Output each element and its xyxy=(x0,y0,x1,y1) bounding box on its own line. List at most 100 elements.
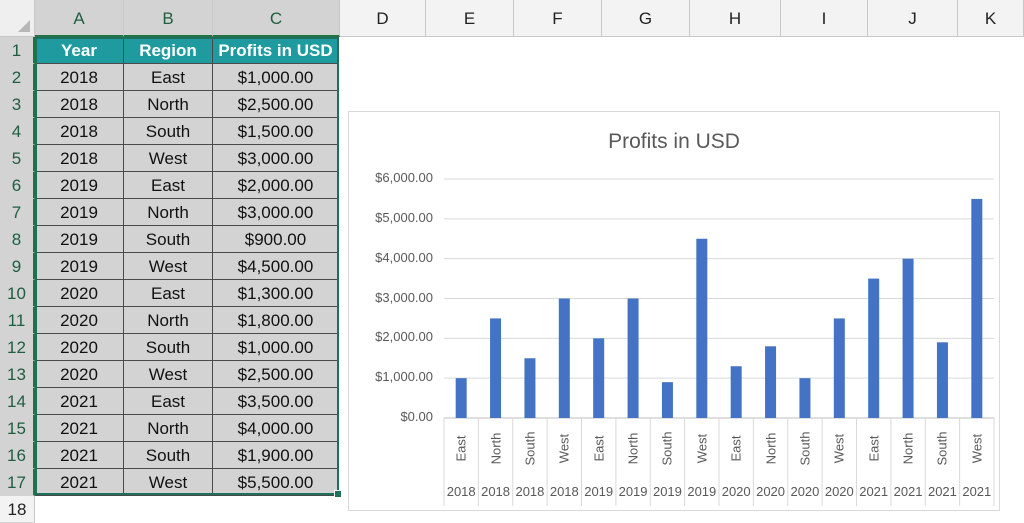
row-header-5[interactable]: 5 xyxy=(0,145,35,172)
table-cell[interactable]: 2020 xyxy=(35,361,124,388)
column-header-i[interactable]: I xyxy=(781,0,868,37)
table-cell[interactable]: $4,500.00 xyxy=(213,253,339,280)
table-cell[interactable]: 2018 xyxy=(35,145,124,172)
table-cell[interactable]: 2019 xyxy=(35,253,124,280)
row-header-8[interactable]: 8 xyxy=(0,226,35,253)
column-header-e[interactable]: E xyxy=(426,0,514,37)
table-cell[interactable]: South xyxy=(124,442,213,469)
table-cell[interactable]: 2021 xyxy=(35,388,124,415)
table-cell[interactable]: North xyxy=(124,91,213,118)
table-cell[interactable]: $1,300.00 xyxy=(213,280,339,307)
row-header-7[interactable]: 7 xyxy=(0,199,35,226)
table-cell[interactable]: $5,500.00 xyxy=(213,469,339,496)
column-header-k[interactable]: K xyxy=(958,0,1024,37)
table-cell[interactable]: $4,000.00 xyxy=(213,415,339,442)
column-header-g[interactable]: G xyxy=(602,0,690,37)
table-cell[interactable]: 2020 xyxy=(35,280,124,307)
table-cell[interactable]: South xyxy=(124,118,213,145)
row-header-15[interactable]: 15 xyxy=(0,415,35,442)
table-cell[interactable]: East xyxy=(124,388,213,415)
bar[interactable] xyxy=(902,258,914,418)
bar[interactable] xyxy=(765,346,777,418)
table-header-cell[interactable]: Region xyxy=(124,37,213,64)
row-header-6[interactable]: 6 xyxy=(0,172,35,199)
table-cell[interactable]: 2019 xyxy=(35,172,124,199)
table-cell[interactable]: 2020 xyxy=(35,307,124,334)
table-cell[interactable]: $2,500.00 xyxy=(213,361,339,388)
bar[interactable] xyxy=(936,342,948,418)
table-cell[interactable]: $2,500.00 xyxy=(213,91,339,118)
table-cell[interactable]: 2018 xyxy=(35,118,124,145)
table-cell[interactable]: South xyxy=(124,334,213,361)
table-cell[interactable]: $2,000.00 xyxy=(213,172,339,199)
column-header-a[interactable]: A xyxy=(35,0,124,37)
bar[interactable] xyxy=(455,378,467,418)
bar[interactable] xyxy=(833,318,845,418)
table-cell[interactable]: 2018 xyxy=(35,91,124,118)
row-header-18[interactable]: 18 xyxy=(0,496,35,523)
table-cell[interactable]: West xyxy=(124,469,213,496)
table-cell[interactable]: West xyxy=(124,145,213,172)
table-cell[interactable]: West xyxy=(124,253,213,280)
row-header-14[interactable]: 14 xyxy=(0,388,35,415)
table-header-cell[interactable]: Profits in USD xyxy=(213,37,339,64)
table-cell[interactable]: $900.00 xyxy=(213,226,339,253)
table-cell[interactable]: East xyxy=(124,64,213,91)
table-cell[interactable]: $1,800.00 xyxy=(213,307,339,334)
table-cell[interactable]: West xyxy=(124,361,213,388)
table-header-cell[interactable]: Year xyxy=(35,37,124,64)
bar[interactable] xyxy=(696,238,708,418)
table-cell[interactable]: 2019 xyxy=(35,226,124,253)
bar[interactable] xyxy=(971,198,983,418)
table-cell[interactable]: $1,000.00 xyxy=(213,334,339,361)
table-cell[interactable]: 2020 xyxy=(35,334,124,361)
table-cell[interactable]: 2021 xyxy=(35,442,124,469)
row-header-13[interactable]: 13 xyxy=(0,361,35,388)
row-header-9[interactable]: 9 xyxy=(0,253,35,280)
fill-handle[interactable] xyxy=(334,490,342,498)
row-header-16[interactable]: 16 xyxy=(0,442,35,469)
bar[interactable] xyxy=(730,366,742,418)
row-header-17[interactable]: 17 xyxy=(0,469,35,496)
row-header-12[interactable]: 12 xyxy=(0,334,35,361)
bar[interactable] xyxy=(627,298,639,419)
column-header-b[interactable]: B xyxy=(124,0,213,37)
bar[interactable] xyxy=(558,298,570,419)
table-cell[interactable]: East xyxy=(124,172,213,199)
table-cell[interactable]: East xyxy=(124,280,213,307)
table-cell[interactable]: 2021 xyxy=(35,415,124,442)
chart[interactable]: Profits in USD $0.00 $1,000.00 $2,000.00 $3… xyxy=(348,111,1000,511)
table-cell[interactable]: 2021 xyxy=(35,469,124,496)
column-header-c[interactable]: C xyxy=(213,0,340,37)
x-category-label: West xyxy=(969,433,985,464)
table-cell[interactable]: $1,500.00 xyxy=(213,118,339,145)
row-header-10[interactable]: 10 xyxy=(0,280,35,307)
table-cell[interactable]: North xyxy=(124,199,213,226)
bar[interactable] xyxy=(799,378,811,418)
table-cell[interactable]: South xyxy=(124,226,213,253)
table-cell[interactable]: $3,000.00 xyxy=(213,199,339,226)
column-header-d[interactable]: D xyxy=(340,0,426,37)
bar[interactable] xyxy=(524,358,536,418)
table-cell[interactable]: $3,500.00 xyxy=(213,388,339,415)
column-header-h[interactable]: H xyxy=(690,0,781,37)
table-cell[interactable]: $1,000.00 xyxy=(213,64,339,91)
column-header-j[interactable]: J xyxy=(868,0,958,37)
table-cell[interactable]: North xyxy=(124,415,213,442)
bar[interactable] xyxy=(661,382,673,418)
row-header-11[interactable]: 11 xyxy=(0,307,35,334)
bar[interactable] xyxy=(868,278,880,418)
table-cell[interactable]: $1,900.00 xyxy=(213,442,339,469)
row-header-1[interactable]: 1 xyxy=(0,37,35,64)
table-cell[interactable]: $3,000.00 xyxy=(213,145,339,172)
row-header-2[interactable]: 2 xyxy=(0,64,35,91)
row-header-3[interactable]: 3 xyxy=(0,91,35,118)
row-header-4[interactable]: 4 xyxy=(0,118,35,145)
table-cell[interactable]: 2019 xyxy=(35,199,124,226)
select-all-button[interactable] xyxy=(0,0,35,37)
table-cell[interactable]: North xyxy=(124,307,213,334)
bar[interactable] xyxy=(593,338,605,418)
bar[interactable] xyxy=(490,318,502,418)
column-header-f[interactable]: F xyxy=(514,0,602,37)
table-cell[interactable]: 2018 xyxy=(35,64,124,91)
